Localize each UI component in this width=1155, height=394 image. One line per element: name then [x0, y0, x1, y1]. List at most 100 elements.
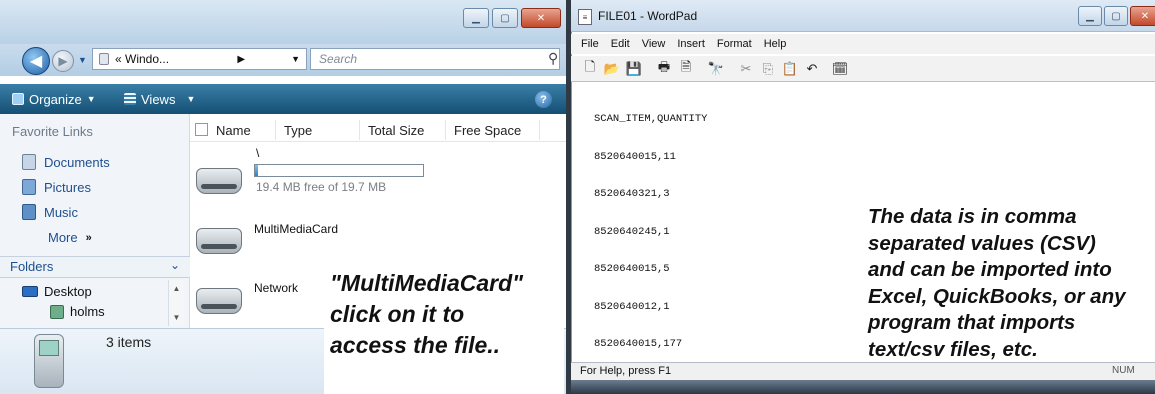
favorite-link-music[interactable]: Music: [22, 204, 78, 220]
maximize-button[interactable]: ▢: [492, 8, 518, 28]
network-drive-icon[interactable]: [196, 288, 242, 314]
caption-line: separated values (CSV): [868, 231, 1096, 255]
menu-view[interactable]: View: [642, 38, 666, 50]
column-total-size[interactable]: Total Size: [362, 120, 446, 140]
capacity-text: 19.4 MB free of 19.7 MB: [256, 180, 387, 194]
chevron-down-icon: ▼: [186, 94, 196, 104]
document-text[interactable]: SCAN_ITEM,QUANTITY 8520640015,11 8520640…: [594, 88, 707, 363]
copy-icon[interactable]: ⎘: [761, 61, 775, 76]
status-help-text: For Help, press F1: [580, 365, 672, 377]
document-line: 8520640015,5: [594, 263, 670, 275]
wordpad-minimize-button[interactable]: ▁: [1078, 6, 1102, 26]
new-document-icon[interactable]: 🗋: [583, 59, 597, 76]
save-icon[interactable]: 💾: [626, 61, 642, 76]
print-preview-icon[interactable]: 🗎: [679, 59, 693, 76]
organize-icon: [12, 93, 24, 105]
favorite-link-label: Documents: [44, 154, 110, 170]
caption-line: "MultiMediaCard": [330, 270, 524, 296]
menu-format[interactable]: Format: [717, 38, 752, 50]
search-input[interactable]: Search: [310, 48, 560, 70]
wordpad-close-button[interactable]: ✕: [1130, 6, 1155, 26]
wordpad-menubar: File Edit View Insert Format Help: [571, 34, 1155, 54]
recent-pages-dropdown-icon[interactable]: ▼: [78, 55, 87, 65]
menu-insert[interactable]: Insert: [677, 38, 705, 50]
drive-root-label[interactable]: \: [256, 146, 259, 160]
minimize-button[interactable]: ▁: [463, 8, 489, 28]
back-button[interactable]: ◀: [22, 47, 50, 75]
caption-line: The data is in comma: [868, 205, 1077, 228]
caption-line: and can be imported into: [868, 258, 1112, 281]
views-label: Views: [141, 91, 176, 107]
network-label[interactable]: Network: [254, 281, 298, 295]
capacity-bar-fill: [255, 165, 258, 176]
tree-item-label: Desktop: [44, 284, 92, 299]
document-line: 8520640245,1: [594, 225, 670, 238]
menu-edit[interactable]: Edit: [611, 38, 630, 50]
favorite-link-label: Pictures: [44, 179, 91, 195]
caption-line: text/csv files, etc.: [868, 337, 1038, 361]
find-icon[interactable]: 🔭: [708, 61, 724, 76]
wordpad-toolbar: 🗋 📂 💾 🖶 🗎 🔭 ✂ ⎘ 📋 ↶ 🗓: [571, 56, 1155, 82]
help-icon[interactable]: ?: [535, 91, 552, 108]
address-box[interactable]: « Windo... ▶ ▼: [92, 48, 307, 70]
chevron-down-icon[interactable]: ⌄: [170, 258, 180, 272]
favorite-links-heading: Favorite Links: [12, 124, 93, 139]
caption-multimediacard: "MultiMediaCard" click on it to access t…: [330, 268, 562, 361]
favorite-link-pictures[interactable]: Pictures: [22, 179, 91, 195]
date-time-icon[interactable]: 🗓: [832, 61, 849, 76]
multimediacard-drive-icon[interactable]: [196, 228, 242, 254]
tree-item-desktop[interactable]: Desktop: [22, 284, 92, 299]
multimediacard-label[interactable]: MultiMediaCard: [254, 222, 338, 236]
address-text: « Windo...: [115, 52, 170, 66]
folder-icon: [99, 53, 109, 65]
organize-label: Organize: [29, 91, 82, 107]
folders-heading: Folders: [10, 259, 54, 274]
menu-file[interactable]: File: [581, 38, 599, 50]
close-button[interactable]: ✕: [521, 8, 561, 28]
tree-item-holms[interactable]: holms: [50, 304, 105, 319]
scroll-up-icon[interactable]: ▲: [173, 284, 181, 293]
document-line: 8520640015,177: [594, 338, 683, 350]
wordpad-title: FILE01 - WordPad: [598, 9, 698, 23]
wordpad-app-icon[interactable]: ≡: [578, 9, 592, 25]
chevron-down-icon: ▼: [86, 94, 96, 104]
scroll-down-icon[interactable]: ▼: [173, 313, 181, 322]
wordpad-maximize-button[interactable]: ▢: [1104, 6, 1128, 26]
column-name[interactable]: Name: [210, 120, 276, 140]
status-num-indicator: NUM: [1112, 365, 1135, 376]
favorite-link-documents[interactable]: Documents: [22, 154, 110, 170]
paste-icon[interactable]: 📋: [782, 61, 798, 76]
document-line: 8520640012,1: [594, 300, 670, 313]
drive-icon[interactable]: [196, 168, 242, 194]
favorite-link-label: Music: [44, 204, 78, 220]
address-dropdown-icon[interactable]: ▼: [291, 54, 300, 64]
views-menu[interactable]: Views ▼: [124, 84, 195, 114]
caption-line: click on it to: [330, 301, 465, 327]
caption-line: Excel, QuickBooks, or any: [868, 284, 1126, 308]
menu-help[interactable]: Help: [764, 38, 787, 50]
taskbar-strip: [571, 380, 1155, 394]
documents-icon: [22, 154, 36, 170]
column-free-space[interactable]: Free Space: [448, 120, 540, 140]
desktop-icon: [22, 286, 38, 297]
device-screen: [39, 340, 59, 356]
views-icon: [124, 93, 136, 105]
tree-item-label: holms: [70, 304, 105, 319]
more-links[interactable]: More »: [48, 230, 92, 245]
folders-scrollbar[interactable]: ▲ ▼: [168, 280, 184, 326]
more-label: More: [48, 230, 78, 245]
user-folder-icon: [50, 304, 64, 319]
forward-button[interactable]: ▶: [52, 50, 74, 72]
column-type[interactable]: Type: [278, 120, 360, 140]
print-icon[interactable]: 🖶: [657, 59, 671, 76]
undo-icon[interactable]: ↶: [805, 61, 819, 76]
document-line: 8520640015,11: [594, 150, 676, 163]
organize-menu[interactable]: Organize ▼: [12, 84, 96, 114]
document-line: SCAN_ITEM,QUANTITY: [594, 113, 708, 125]
open-folder-icon[interactable]: 📂: [604, 61, 620, 76]
cut-icon[interactable]: ✂: [739, 61, 753, 76]
double-chevron-icon: »: [85, 231, 92, 244]
chevron-right-icon: ▶: [237, 53, 246, 65]
search-icon[interactable]: ⚲: [548, 50, 558, 67]
select-all-checkbox[interactable]: [195, 123, 208, 136]
